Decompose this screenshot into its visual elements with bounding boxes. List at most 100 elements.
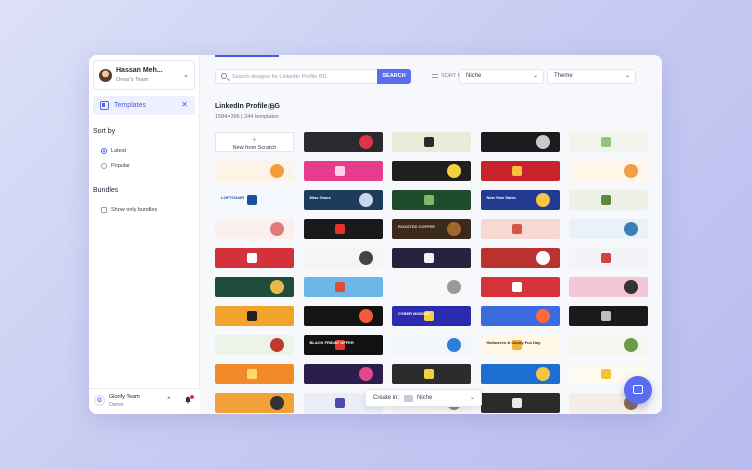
info-icon[interactable]: i [268, 103, 275, 110]
template-tile[interactable] [480, 219, 560, 239]
template-tile[interactable] [569, 277, 648, 297]
template-tile[interactable] [303, 219, 383, 239]
template-thumbnail-graphic [600, 311, 611, 321]
template-tile[interactable] [215, 219, 294, 239]
bundles-checkbox-label[interactable]: Show only bundles [111, 207, 157, 213]
create-in-label: Create in: [373, 395, 400, 401]
template-tile[interactable] [303, 364, 383, 384]
template-tile[interactable] [480, 161, 560, 181]
template-tile[interactable] [480, 306, 560, 326]
template-tile[interactable] [569, 335, 648, 355]
template-thumbnail-graphic [512, 398, 523, 408]
search-button[interactable]: SEARCH [377, 69, 411, 84]
chevron-down-icon: ⌄ [532, 73, 538, 79]
template-tile[interactable]: Halloween & Candy Fun Day [480, 335, 560, 355]
template-tile[interactable]: BLACK FRIDAY OFFER [303, 335, 383, 355]
template-tile[interactable] [480, 248, 560, 268]
app-window: Hassan Meh... Omar's Team ⌄ Templates ✕ … [89, 55, 662, 414]
search-bar: SEARCH [215, 69, 411, 84]
template-tile[interactable]: New Year Sales [480, 190, 560, 210]
template-tile[interactable] [392, 335, 471, 355]
template-tile[interactable] [215, 335, 294, 355]
niche-icon [404, 395, 413, 402]
template-tile[interactable]: ROASTED COFFEE [392, 219, 471, 239]
template-thumbnail-graphic [270, 280, 284, 294]
template-tile-text: LOFTCHAIR [221, 195, 245, 200]
template-tile[interactable] [303, 132, 383, 152]
template-tile[interactable] [480, 277, 560, 297]
template-thumbnail-graphic [246, 311, 257, 321]
template-thumbnail-graphic [447, 280, 461, 294]
template-thumbnail-graphic [335, 398, 346, 408]
template-thumbnail-graphic [270, 222, 284, 236]
template-tile[interactable] [303, 248, 383, 268]
template-tile[interactable] [569, 306, 648, 326]
template-thumbnail-graphic [512, 282, 523, 292]
template-tile[interactable] [392, 161, 471, 181]
template-tile[interactable] [392, 277, 471, 297]
template-tile[interactable] [215, 161, 294, 181]
template-tile[interactable] [569, 248, 648, 268]
template-tile[interactable] [215, 248, 294, 268]
theme-dropdown-value: Theme [554, 73, 573, 79]
template-tile[interactable] [480, 393, 560, 413]
template-thumbnail-graphic [358, 309, 373, 323]
chat-support-button[interactable] [624, 376, 652, 404]
sort-radio-latest[interactable] [101, 148, 107, 154]
template-thumbnail-graphic [423, 195, 434, 205]
template-tile[interactable] [480, 132, 560, 152]
template-thumbnail-graphic [358, 135, 373, 149]
template-tile[interactable] [569, 132, 648, 152]
template-tile-text: New Year Sales [486, 195, 516, 200]
template-thumbnail-graphic [600, 137, 611, 147]
user-name: Hassan Meh... [116, 67, 163, 74]
search-input[interactable] [232, 71, 372, 83]
page-subtitle: 1584×396 | 244 templates [215, 114, 279, 120]
user-switcher[interactable]: Hassan Meh... Omar's Team ⌄ [93, 60, 195, 90]
niche-dropdown[interactable]: Niche ⌄ [459, 69, 544, 84]
template-tile[interactable] [392, 364, 471, 384]
template-tile[interactable] [303, 277, 383, 297]
close-icon[interactable]: ✕ [181, 100, 188, 109]
sort-option-popular[interactable]: Popular [111, 163, 130, 169]
new-from-scratch-tile[interactable]: + New from Scratch [215, 132, 294, 152]
theme-dropdown[interactable]: Theme ⌄ [547, 69, 636, 84]
template-tile[interactable] [569, 161, 648, 181]
template-tile[interactable]: Miss Grace [303, 190, 383, 210]
template-thumbnail-graphic [600, 369, 611, 379]
template-tile[interactable] [303, 306, 383, 326]
template-tile-text: BLACK FRIDAY OFFER [309, 340, 354, 345]
template-tile[interactable] [215, 364, 294, 384]
sidebar-item-templates[interactable]: Templates ✕ [93, 96, 195, 115]
template-tile[interactable] [392, 248, 471, 268]
template-tile[interactable] [569, 219, 648, 239]
team-logo: G [94, 395, 105, 406]
template-tile[interactable] [215, 306, 294, 326]
template-thumbnail-graphic [535, 367, 550, 381]
avatar [99, 69, 112, 82]
template-tile[interactable]: LOFTCHAIR [215, 190, 294, 210]
template-thumbnail-graphic [246, 253, 257, 263]
template-tile[interactable] [569, 190, 648, 210]
template-thumbnail-graphic [358, 367, 373, 381]
template-thumbnail-graphic [512, 166, 523, 176]
create-in-bar[interactable]: Create in: Niche ⌄ [365, 389, 482, 407]
sort-option-latest[interactable]: Latest [111, 148, 126, 154]
template-tile[interactable] [215, 393, 294, 413]
template-tile[interactable] [392, 132, 471, 152]
template-tile[interactable]: CYBER MONDAY [392, 306, 471, 326]
template-tile[interactable] [480, 364, 560, 384]
template-tile[interactable] [215, 277, 294, 297]
team-switcher[interactable]: G Glorify Team Owner ⌃ [89, 388, 200, 414]
chevron-up-icon[interactable]: ⌃ [166, 396, 172, 404]
template-tile[interactable] [303, 161, 383, 181]
template-thumbnail-graphic [423, 253, 434, 263]
template-thumbnail-graphic [447, 164, 461, 178]
bundles-checkbox[interactable] [101, 207, 107, 213]
template-thumbnail-graphic [624, 280, 638, 294]
sort-radio-popular[interactable] [101, 163, 107, 169]
template-thumbnail-graphic [624, 164, 638, 178]
template-thumbnail-graphic [270, 338, 284, 352]
template-tile[interactable] [392, 190, 471, 210]
template-tile-text: ROASTED COFFEE [398, 224, 435, 229]
